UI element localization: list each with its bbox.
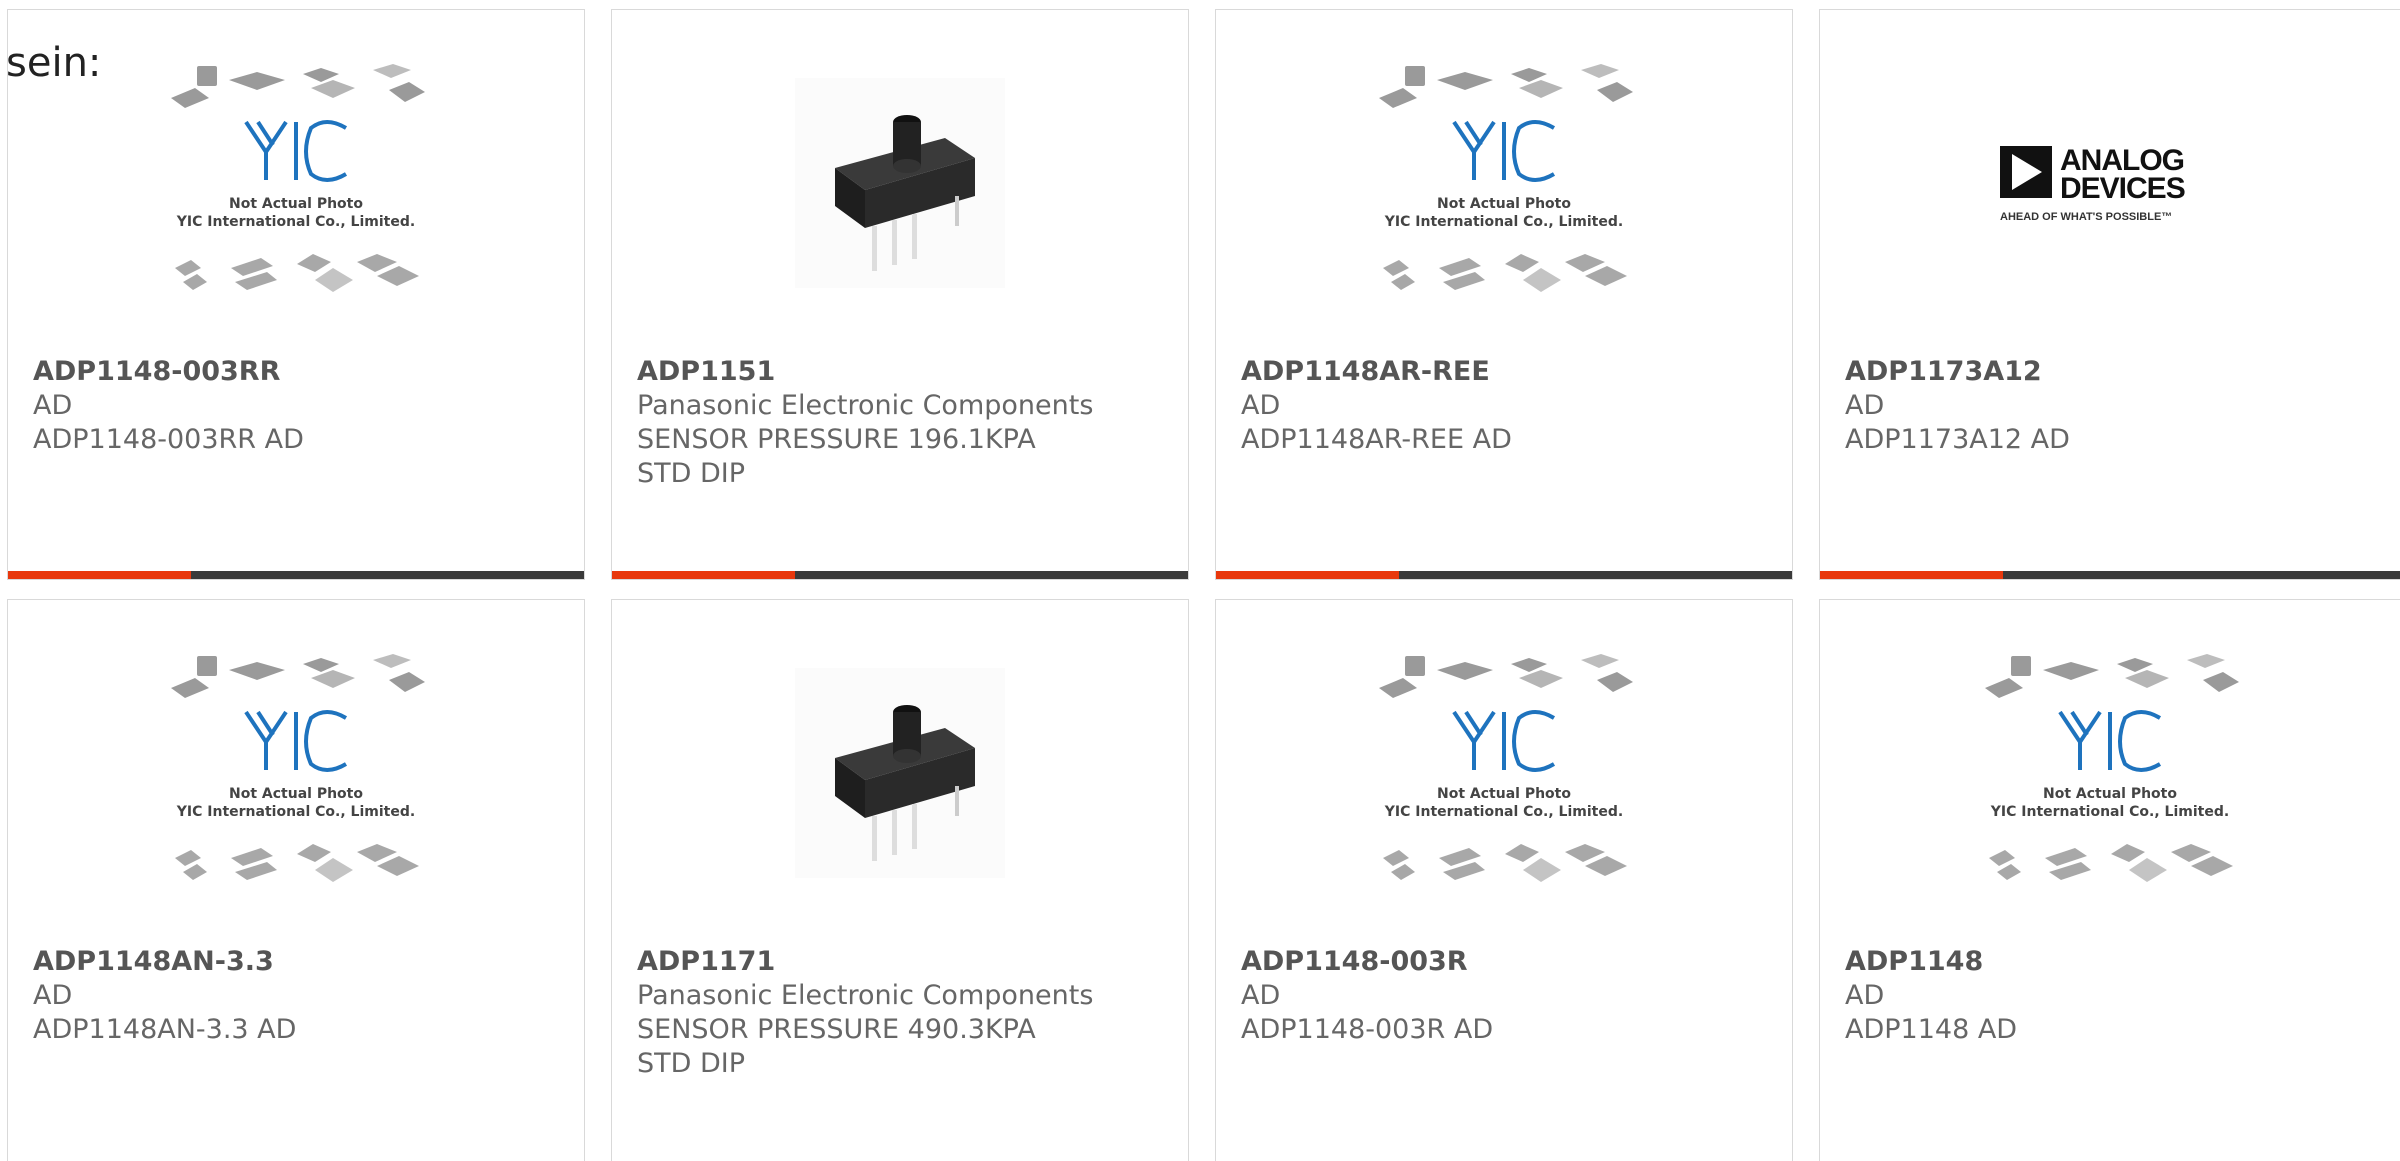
- card-bar-accent: [612, 571, 795, 579]
- card-bottom-bar: [8, 571, 584, 579]
- product-card[interactable]: Not Actual Photo YIC International Co., …: [7, 9, 585, 580]
- section-heading-fragment: sein:: [6, 40, 102, 86]
- product-info: ADP1148AN-3.3 AD ADP1148AN-3.3 AD: [33, 945, 564, 1047]
- manufacturer: AD: [1845, 390, 1885, 421]
- product-card[interactable]: ADP1171 Panasonic Electronic Components …: [611, 599, 1189, 1161]
- description: ADP1148AN-3.3 AD: [33, 1014, 297, 1045]
- card-bottom-bar: [612, 571, 1188, 579]
- svg-text:Not Actual Photo: Not Actual Photo: [1437, 196, 1571, 212]
- description: SENSOR PRESSURE 196.1KPA: [637, 424, 1036, 455]
- card-bar-accent: [8, 571, 191, 579]
- product-image[interactable]: Not Actual Photo YIC International Co., …: [1820, 600, 2400, 945]
- description: SENSOR PRESSURE 490.3KPA: [637, 1014, 1036, 1045]
- manufacturer: AD: [33, 390, 73, 421]
- placeholder-image: Not Actual Photo YIC International Co., …: [171, 64, 425, 292]
- product-info: ADP1148AR-REE AD ADP1148AR-REE AD: [1241, 355, 1772, 457]
- product-info: ADP1148 AD ADP1148 AD: [1845, 945, 2380, 1047]
- manufacturer: AD: [1241, 390, 1281, 421]
- description-2: STD DIP: [637, 458, 746, 489]
- svg-text:YIC International Co., Limited: YIC International Co., Limited.: [176, 804, 415, 820]
- product-card[interactable]: Not Actual Photo YIC International Co., …: [1215, 9, 1793, 580]
- svg-text:Not Actual Photo: Not Actual Photo: [229, 786, 363, 802]
- description: ADP1173A12 AD: [1845, 424, 2070, 455]
- manufacturer: AD: [1845, 980, 1885, 1011]
- svg-text:DEVICES: DEVICES: [2060, 172, 2185, 205]
- part-number-link[interactable]: ADP1148AN-3.3: [33, 945, 564, 979]
- svg-text:Not Actual Photo: Not Actual Photo: [1437, 786, 1571, 802]
- svg-text:Not Actual Photo: Not Actual Photo: [2043, 786, 2177, 802]
- description: ADP1148AR-REE AD: [1241, 424, 1512, 455]
- product-image[interactable]: Not Actual Photo YIC International Co., …: [1216, 600, 1792, 945]
- product-image[interactable]: Not Actual Photo YIC International Co., …: [1216, 10, 1792, 355]
- part-number-link[interactable]: ADP1148AR-REE: [1241, 355, 1772, 389]
- description: ADP1148 AD: [1845, 1014, 2018, 1045]
- manufacturer: AD: [33, 980, 73, 1011]
- product-info: ADP1148-003RR AD ADP1148-003RR AD: [33, 355, 564, 457]
- product-image[interactable]: ANALOG DEVICES AHEAD OF WHAT'S POSSIBLE™: [1820, 10, 2400, 355]
- description: ADP1148-003RR AD: [33, 424, 304, 455]
- part-number-link[interactable]: ADP1148-003RR: [33, 355, 564, 389]
- product-image[interactable]: [612, 600, 1188, 945]
- product-image[interactable]: [612, 10, 1188, 355]
- part-number-link[interactable]: ADP1148: [1845, 945, 2380, 979]
- manufacturer: Panasonic Electronic Components: [637, 980, 1094, 1011]
- part-number-link[interactable]: ADP1171: [637, 945, 1168, 979]
- part-number-link[interactable]: ADP1151: [637, 355, 1168, 389]
- product-card[interactable]: ANALOG DEVICES AHEAD OF WHAT'S POSSIBLE™…: [1819, 9, 2400, 580]
- card-bar-accent: [1820, 571, 2003, 579]
- product-grid: sein: Not Actual Photo YIC International…: [0, 0, 2400, 1161]
- placeholder-image: Not Actual Photo YIC International Co., …: [1379, 654, 1633, 882]
- placeholder-image: Not Actual Photo YIC International Co., …: [1379, 64, 1633, 292]
- product-card[interactable]: Not Actual Photo YIC International Co., …: [1819, 599, 2400, 1161]
- product-image[interactable]: Not Actual Photo YIC International Co., …: [8, 600, 584, 945]
- card-bar-accent: [1216, 571, 1399, 579]
- part-number-link[interactable]: ADP1173A12: [1845, 355, 2380, 389]
- placeholder-image: Not Actual Photo YIC International Co., …: [171, 654, 425, 882]
- placeholder-image: Not Actual Photo YIC International Co., …: [1985, 654, 2239, 882]
- svg-text:YIC International Co., Limited: YIC International Co., Limited.: [1990, 804, 2229, 820]
- svg-text:YIC International Co., Limited: YIC International Co., Limited.: [1384, 804, 1623, 820]
- product-card[interactable]: ADP1151 Panasonic Electronic Components …: [611, 9, 1189, 580]
- svg-text:YIC International Co., Limited: YIC International Co., Limited.: [176, 214, 415, 230]
- product-card[interactable]: Not Actual Photo YIC International Co., …: [1215, 599, 1793, 1161]
- svg-text:YIC International Co., Limited: YIC International Co., Limited.: [1384, 214, 1623, 230]
- product-info: ADP1171 Panasonic Electronic Components …: [637, 945, 1168, 1081]
- product-info: ADP1173A12 AD ADP1173A12 AD: [1845, 355, 2380, 457]
- pressure-sensor-image: [795, 667, 1005, 878]
- product-card[interactable]: Not Actual Photo YIC International Co., …: [7, 599, 585, 1161]
- card-bottom-bar: [1820, 571, 2400, 579]
- description: ADP1148-003R AD: [1241, 1014, 1494, 1045]
- svg-text:Not Actual Photo: Not Actual Photo: [229, 196, 363, 212]
- product-info: ADP1151 Panasonic Electronic Components …: [637, 355, 1168, 491]
- description-2: STD DIP: [637, 1048, 746, 1079]
- svg-text:AHEAD OF WHAT'S POSSIBLE™: AHEAD OF WHAT'S POSSIBLE™: [2000, 211, 2172, 223]
- pressure-sensor-image: [795, 77, 1005, 288]
- manufacturer: Panasonic Electronic Components: [637, 390, 1094, 421]
- product-info: ADP1148-003R AD ADP1148-003R AD: [1241, 945, 1772, 1047]
- part-number-link[interactable]: ADP1148-003R: [1241, 945, 1772, 979]
- card-bottom-bar: [1216, 571, 1792, 579]
- manufacturer: AD: [1241, 980, 1281, 1011]
- analog-devices-logo: ANALOG DEVICES AHEAD OF WHAT'S POSSIBLE™: [2000, 144, 2186, 223]
